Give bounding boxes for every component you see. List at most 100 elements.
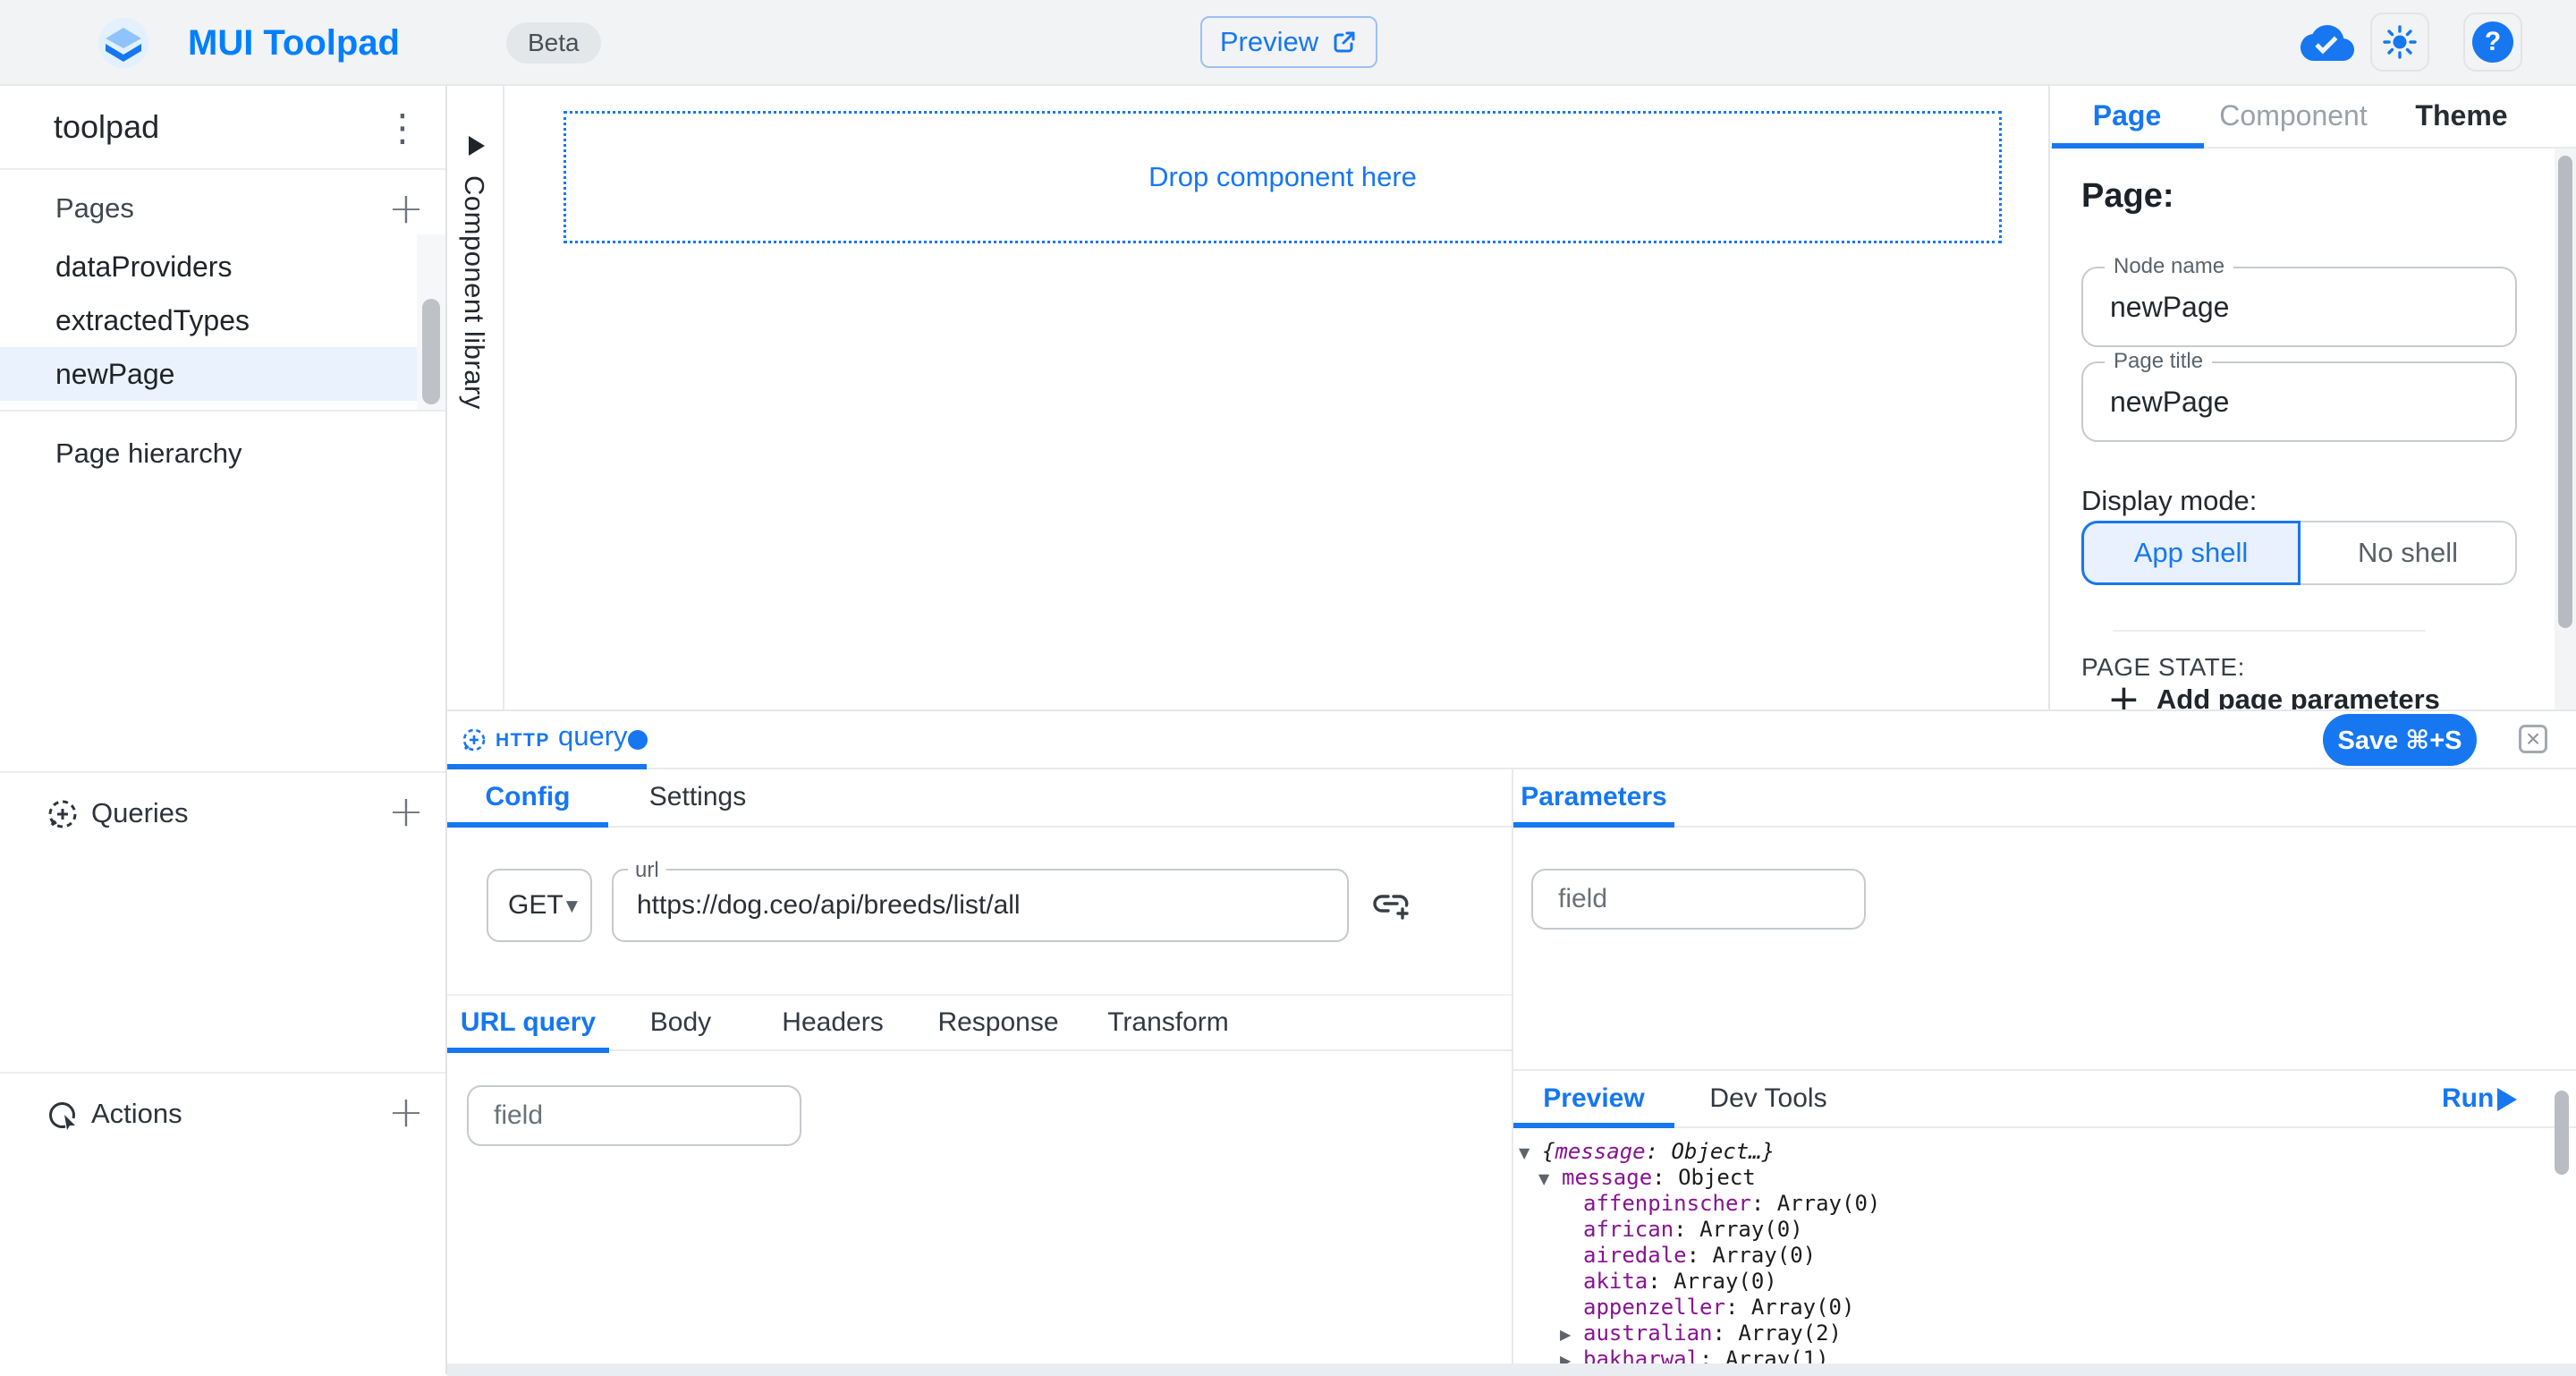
toggle-no-shell[interactable]: No shell bbox=[2301, 521, 2517, 585]
inspector-scrollbar-thumb[interactable] bbox=[2558, 156, 2572, 628]
json-key: affenpinscher bbox=[1583, 1191, 1751, 1216]
json-tree-row[interactable]: airedale: Array(0) bbox=[1512, 1243, 2549, 1269]
query-protocol-badge: HTTP bbox=[496, 730, 550, 752]
preview-button[interactable]: Preview bbox=[1200, 16, 1377, 68]
preview-button-label: Preview bbox=[1220, 26, 1318, 58]
project-menu-kebab-icon[interactable]: ⋮ bbox=[379, 106, 426, 152]
add-page-button[interactable]: + bbox=[383, 186, 429, 233]
json-value: Object… bbox=[1672, 1139, 1762, 1164]
inspector-tab-bar: Page Component Theme bbox=[2050, 86, 2576, 149]
json-tree-row[interactable]: african: Array(0) bbox=[1512, 1217, 2549, 1243]
actions-icon bbox=[45, 1097, 80, 1133]
project-header: toolpad ⋮ bbox=[0, 86, 445, 170]
add-action-button[interactable]: + bbox=[383, 1090, 429, 1136]
sidebar-item-extractedtypes[interactable]: extractedTypes bbox=[0, 293, 419, 347]
sidebar-item-newpage-selected[interactable]: newPage bbox=[0, 347, 417, 401]
http-query-icon bbox=[460, 726, 488, 754]
app-header: MUI Toolpad Beta Preview ? bbox=[0, 0, 2576, 86]
sun-icon bbox=[2382, 24, 2418, 60]
page-hierarchy-item[interactable]: Page hierarchy bbox=[55, 428, 242, 480]
display-mode-label: Display mode: bbox=[2081, 485, 2257, 517]
close-editor-icon[interactable]: × bbox=[2519, 725, 2547, 753]
query-editor-header: HTTP query Save ⌘+S × bbox=[447, 711, 2576, 769]
pages-section-label: Pages bbox=[55, 183, 134, 234]
json-key: appenzeller bbox=[1583, 1295, 1725, 1320]
query-tab-label: query bbox=[558, 720, 628, 752]
component-library-panel: Component library bbox=[447, 86, 504, 709]
unsaved-changes-dot bbox=[628, 730, 648, 750]
json-tree-row[interactable]: ▶bakharwal: Array(1) bbox=[1512, 1346, 2549, 1363]
play-icon[interactable] bbox=[2497, 1088, 2517, 1111]
query-tab[interactable]: HTTP query bbox=[447, 711, 647, 768]
url-input[interactable] bbox=[617, 872, 1324, 939]
add-page-parameters-button[interactable]: + Add page parameters bbox=[2107, 682, 2440, 709]
tab-theme[interactable]: Theme bbox=[2383, 86, 2540, 145]
save-button[interactable]: Save ⌘+S bbox=[2323, 714, 2477, 766]
bind-link-icon[interactable] bbox=[1368, 881, 1413, 926]
pages-scrollbar-thumb[interactable] bbox=[422, 299, 440, 404]
active-tab-indicator bbox=[2052, 143, 2204, 149]
expander-icon[interactable]: ▼ bbox=[1538, 1166, 1562, 1192]
display-mode-toggle: App shell No shell bbox=[2081, 521, 2517, 585]
json-tree-row[interactable]: ▼message: Object bbox=[1512, 1165, 2549, 1191]
json-key: message bbox=[1555, 1139, 1645, 1164]
json-tree-row[interactable]: affenpinscher: Array(0) bbox=[1512, 1191, 2549, 1217]
tab-response[interactable]: Response bbox=[913, 996, 1083, 1049]
parameters-tab-bar: Parameters bbox=[1512, 769, 2576, 828]
explorer-sidebar: toolpad ⋮ Pages + dataProviders extracte… bbox=[0, 86, 447, 1374]
url-query-field-input[interactable] bbox=[472, 1089, 776, 1142]
help-icon: ? bbox=[2472, 21, 2513, 63]
json-value: Array(0) bbox=[1713, 1243, 1817, 1268]
actions-section-label: Actions bbox=[91, 1084, 182, 1143]
expand-panel-arrow-icon[interactable] bbox=[469, 136, 485, 156]
preview-scrollbar-thumb[interactable] bbox=[2555, 1091, 2569, 1175]
sync-status-indicator bbox=[2295, 20, 2360, 66]
page-canvas: Component library Drop component here bbox=[447, 86, 2048, 709]
tab-settings[interactable]: Settings bbox=[608, 769, 787, 824]
cloud-check-icon bbox=[2300, 21, 2355, 65]
divider bbox=[0, 1072, 445, 1074]
tab-headers[interactable]: Headers bbox=[752, 996, 913, 1049]
json-key: african bbox=[1583, 1217, 1674, 1242]
help-button[interactable]: ? bbox=[2463, 13, 2522, 72]
query-editor-panel: HTTP query Save ⌘+S × Config Settings GE… bbox=[447, 709, 2576, 1374]
request-sub-tab-bar: URL query Body Headers Response Transfor… bbox=[447, 994, 1512, 1051]
active-tab-indicator bbox=[1513, 1123, 1674, 1128]
json-value: Object bbox=[1678, 1165, 1756, 1190]
json-tree-row[interactable]: ▶australian: Array(2) bbox=[1512, 1321, 2549, 1346]
json-tree-row[interactable]: appenzeller: Array(0) bbox=[1512, 1295, 2549, 1321]
node-name-input[interactable] bbox=[2087, 272, 2498, 342]
toggle-app-shell-selected[interactable]: App shell bbox=[2081, 521, 2301, 585]
tab-config[interactable]: Config bbox=[447, 769, 608, 824]
tab-dev-tools[interactable]: Dev Tools bbox=[1674, 1071, 1862, 1125]
tab-page[interactable]: Page bbox=[2050, 86, 2204, 145]
json-colon: : bbox=[1751, 1191, 1777, 1216]
tab-url-query[interactable]: URL query bbox=[447, 996, 609, 1049]
json-key: australian bbox=[1583, 1321, 1713, 1346]
sidebar-item-dataproviders[interactable]: dataProviders bbox=[0, 240, 419, 293]
add-query-button[interactable]: + bbox=[383, 789, 429, 836]
tab-body[interactable]: Body bbox=[609, 996, 752, 1049]
expander-icon[interactable]: ▼ bbox=[1519, 1140, 1542, 1166]
http-method-select[interactable]: GET ▼ bbox=[487, 869, 592, 942]
expander-icon[interactable]: ▶ bbox=[1560, 1321, 1583, 1347]
json-colon: : bbox=[1699, 1346, 1725, 1363]
active-tab-indicator bbox=[447, 1048, 609, 1053]
page-heading: Page: bbox=[2081, 177, 2174, 216]
json-tree-row[interactable]: ▼{message: Object…} bbox=[1512, 1139, 2549, 1165]
json-tree-row[interactable]: akita: Array(0) bbox=[1512, 1269, 2549, 1295]
tab-transform[interactable]: Transform bbox=[1083, 996, 1253, 1049]
page-title-input[interactable] bbox=[2087, 367, 2498, 437]
parameters-field-input[interactable] bbox=[1537, 872, 1841, 926]
tab-parameters[interactable]: Parameters bbox=[1513, 769, 1674, 824]
json-colon: : bbox=[1725, 1295, 1751, 1320]
result-tab-bar: Preview Dev Tools Run bbox=[1512, 1069, 2576, 1128]
tab-component[interactable]: Component bbox=[2204, 86, 2383, 145]
expander-icon[interactable]: ▶ bbox=[1560, 1347, 1583, 1364]
component-drop-zone[interactable]: Drop component here bbox=[564, 111, 2002, 243]
run-button[interactable]: Run bbox=[2442, 1071, 2494, 1126]
drop-zone-label: Drop component here bbox=[1148, 161, 1417, 193]
theme-toggle-button[interactable] bbox=[2370, 13, 2429, 72]
page-state-label: PAGE STATE: bbox=[2081, 653, 2245, 682]
tab-preview[interactable]: Preview bbox=[1513, 1071, 1674, 1125]
